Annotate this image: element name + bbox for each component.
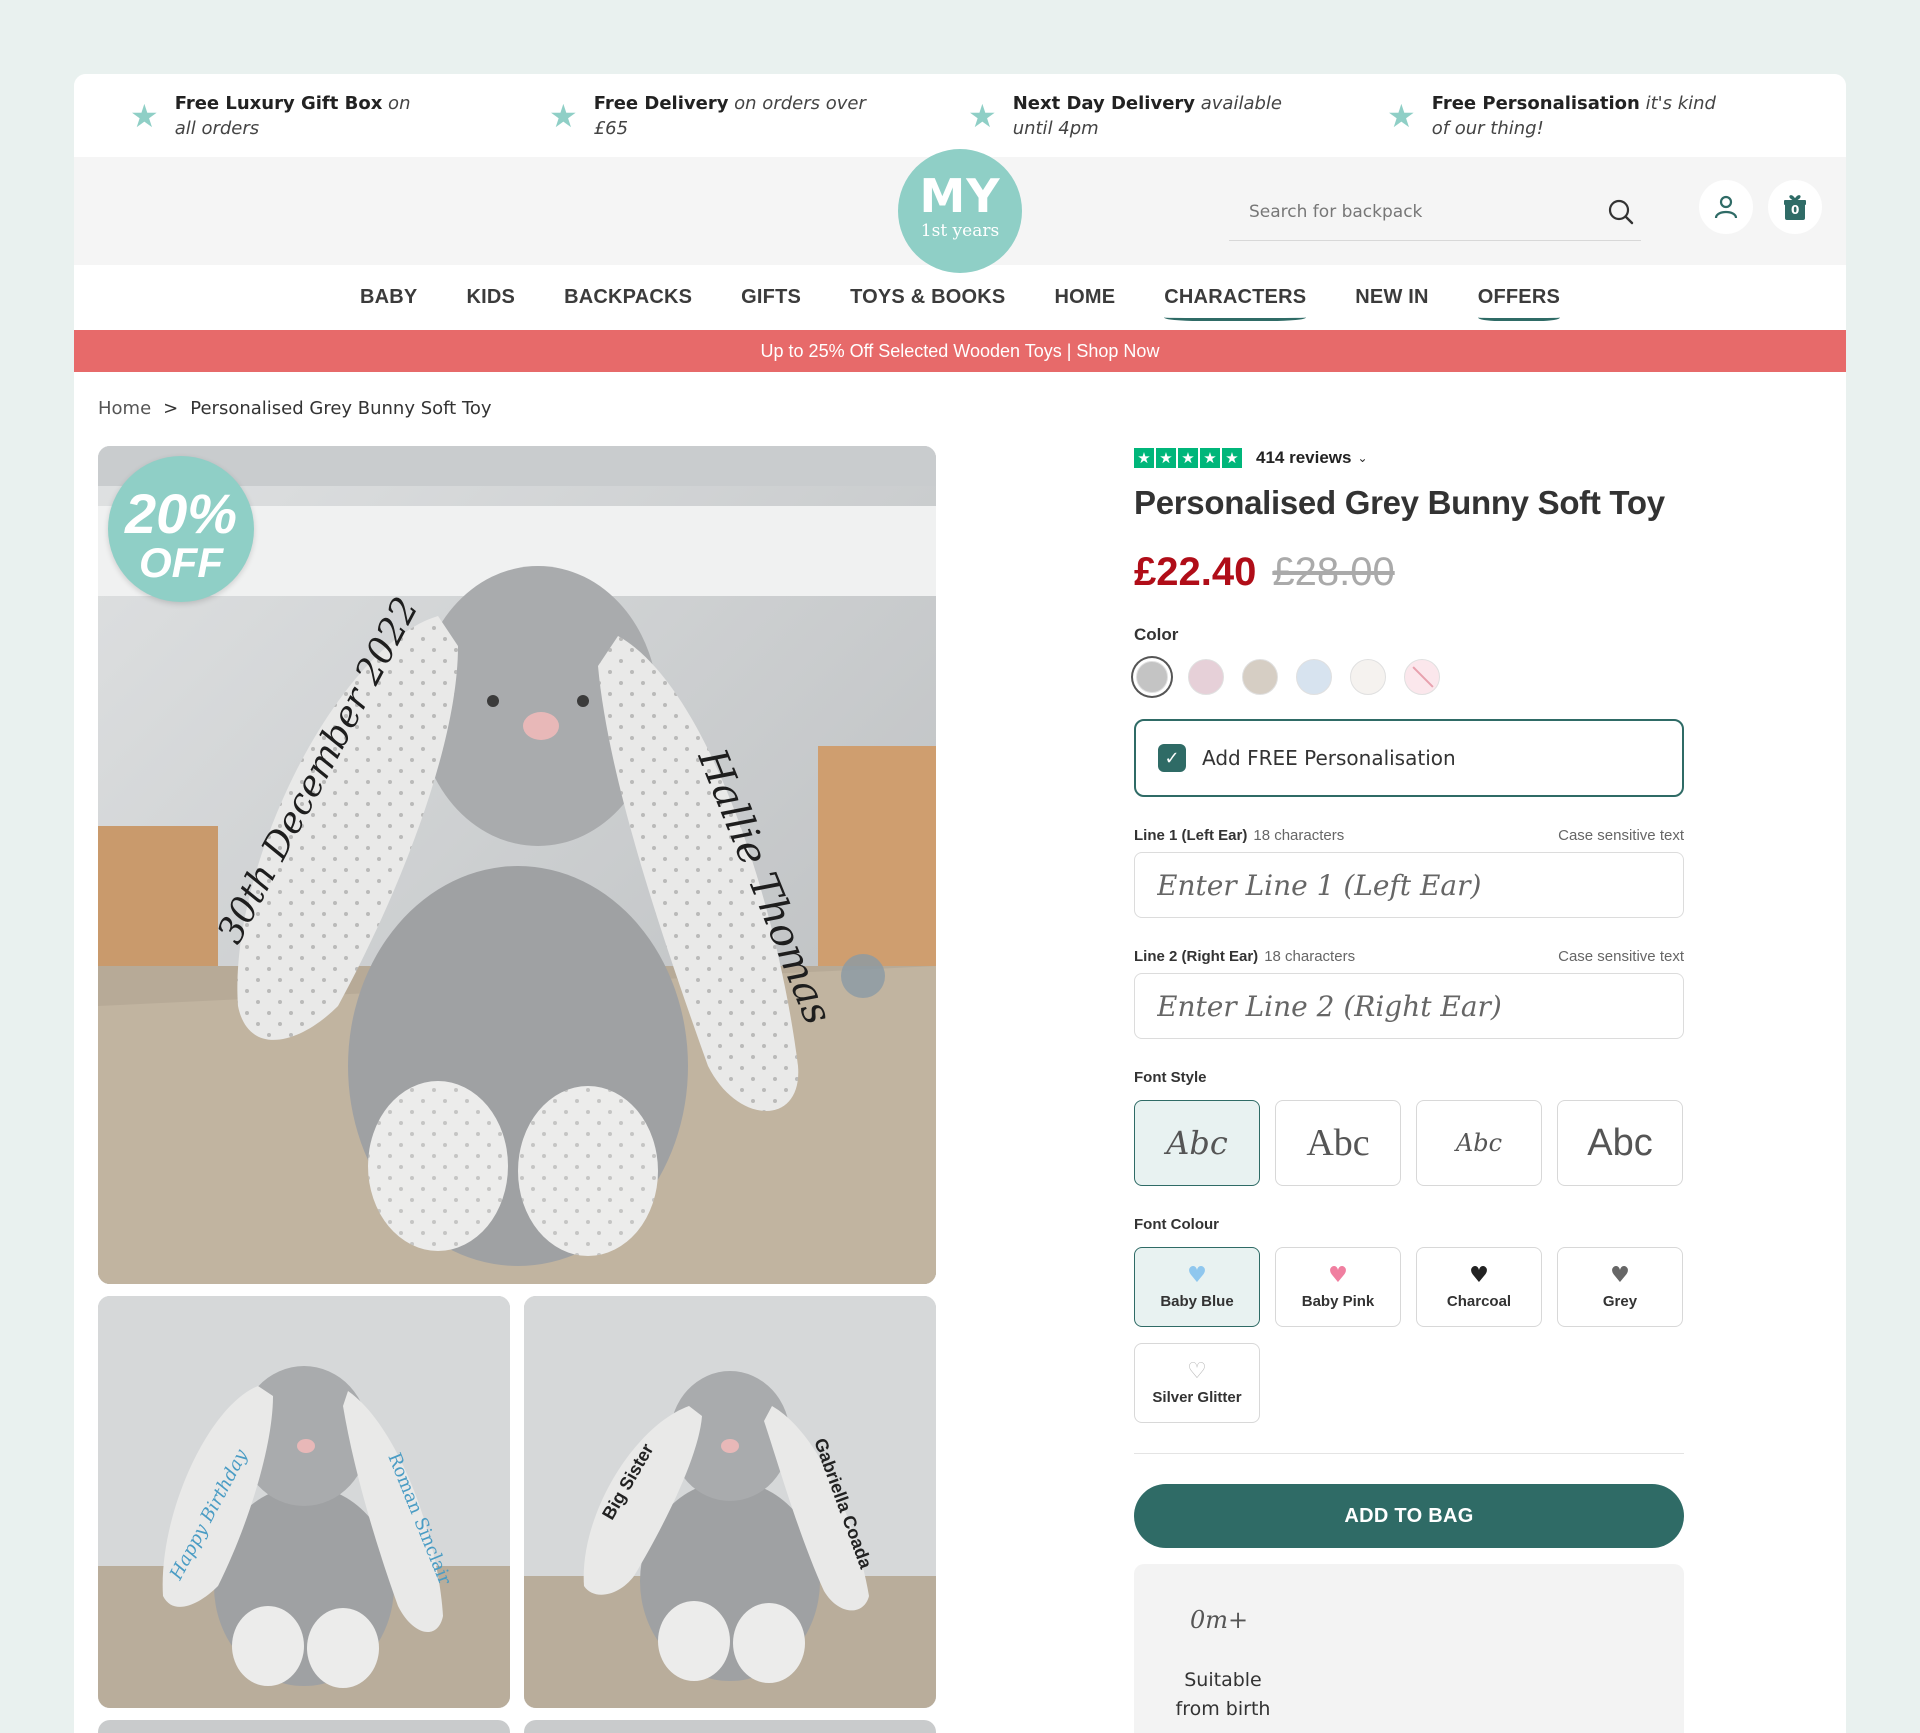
site-header: MY 1st years 0 — [74, 149, 1846, 273]
promo-banner[interactable]: Up to 25% Off Selected Wooden Toys | Sho… — [74, 330, 1846, 372]
color-swatch-blue[interactable] — [1296, 659, 1332, 695]
color-swatch-cream[interactable] — [1350, 659, 1386, 695]
discount-badge: 20% OFF — [108, 456, 254, 602]
breadcrumb: Home > Personalised Grey Bunny Soft Toy — [98, 398, 492, 419]
cart-count: 0 — [1791, 203, 1800, 217]
heart-icon: ♥ — [1610, 1262, 1630, 1288]
nav-item-home[interactable]: HOME — [1054, 280, 1115, 315]
search-input[interactable] — [1229, 201, 1601, 222]
product-title: Personalised Grey Bunny Soft Toy — [1134, 484, 1665, 521]
rating-row[interactable]: ★ ★ ★ ★ ★ 414 reviews ⌄ — [1134, 446, 1684, 470]
color-swatch-pink[interactable] — [1188, 659, 1224, 695]
heart-icon: ♥ — [1328, 1262, 1348, 1288]
font-style-options: Abc Abc Abc Abc — [1134, 1100, 1684, 1186]
nav-item-characters[interactable]: CHARACTERS — [1164, 280, 1307, 321]
chevron-down-icon[interactable]: ⌄ — [1357, 451, 1367, 465]
divider — [1134, 1453, 1684, 1454]
line1-input[interactable] — [1134, 852, 1684, 918]
page: ★ Free Luxury Gift Box on all orders ★ F… — [74, 74, 1846, 1733]
color-swatch-taupe[interactable] — [1242, 659, 1278, 695]
add-to-bag-button[interactable]: ADD TO BAG — [1134, 1484, 1684, 1548]
sale-price: £22.40 — [1134, 550, 1257, 594]
product-thumbnail[interactable]: Happy Birthday Roman Sinclair — [98, 1296, 510, 1708]
usp-item: ★ Free Personalisation it's kind of our … — [1387, 92, 1716, 139]
breadcrumb-home[interactable]: Home — [98, 398, 151, 419]
nav-item-gifts[interactable]: GIFTS — [741, 280, 801, 315]
star-icon: ★ — [1134, 448, 1154, 468]
font-colour-option[interactable]: ♡ Silver Glitter — [1134, 1343, 1260, 1423]
review-count[interactable]: 414 reviews — [1256, 448, 1351, 468]
font-colour-options: ♥ Baby Blue ♥ Baby Pink ♥ Charcoal ♥ Gre… — [1134, 1247, 1684, 1423]
product-thumbnail[interactable] — [524, 1720, 936, 1733]
line2-char-limit: 18 characters — [1264, 948, 1356, 965]
price-block: £22.40 £28.00 — [1134, 550, 1684, 595]
heart-icon: ♥ — [1187, 1262, 1207, 1288]
font-colour-option[interactable]: ♥ Charcoal — [1416, 1247, 1542, 1327]
star-icon: ★ — [1156, 448, 1176, 468]
product-thumbnail[interactable] — [98, 1720, 510, 1733]
nav-item-backpacks[interactable]: BACKPACKS — [564, 280, 692, 315]
nav-item-kids[interactable]: KIDS — [466, 280, 515, 315]
original-price: £28.00 — [1272, 550, 1395, 594]
heart-outline-icon: ♡ — [1187, 1358, 1207, 1384]
age-suitability: Suitable from birth — [1175, 1669, 1271, 1720]
product-panel: ★ ★ ★ ★ ★ 414 reviews ⌄ Personalised Gre… — [1134, 446, 1684, 1733]
color-swatch-unavailable[interactable] — [1404, 659, 1440, 695]
color-swatch-grey[interactable] — [1136, 661, 1168, 693]
font-style-label: Font Style — [1134, 1069, 1207, 1086]
bunny-illustration: Big Sister Gabriella Coada — [524, 1296, 936, 1708]
nav-item-baby[interactable]: BABY — [360, 280, 417, 315]
site-logo[interactable]: MY 1st years — [898, 149, 1022, 273]
line2-header: Line 2 (Right Ear) 18 characters Case sen… — [1134, 948, 1684, 965]
font-style-option[interactable]: Abc — [1557, 1100, 1683, 1186]
bunny-illustration: Happy Birthday Roman Sinclair — [98, 1296, 510, 1708]
line2-note: Case sensitive text — [1558, 948, 1684, 965]
bag-icon[interactable]: 0 — [1768, 180, 1822, 234]
star-icon: ★ — [968, 96, 997, 135]
nav-item-new-in[interactable]: NEW IN — [1355, 280, 1428, 315]
heart-icon: ♥ — [1469, 1262, 1489, 1288]
chevron-right-icon: > — [163, 398, 179, 419]
trustpilot-stars: ★ ★ ★ ★ ★ — [1134, 448, 1242, 468]
usp-item: ★ Free Luxury Gift Box on all orders — [130, 92, 411, 139]
font-colour-option[interactable]: ♥ Baby Pink — [1275, 1247, 1401, 1327]
usp-item: ★ Next Day Delivery available until 4pm — [968, 92, 1282, 139]
star-icon: ★ — [130, 96, 159, 135]
font-style-option[interactable]: Abc — [1275, 1100, 1401, 1186]
product-main-image[interactable]: 30th December 2022 Hallie Thomas 20% OFF — [98, 446, 936, 1284]
nav-item-offers[interactable]: OFFERS — [1477, 280, 1561, 321]
checkbox-checked-icon[interactable]: ✓ — [1158, 744, 1186, 772]
usp-bar: ★ Free Luxury Gift Box on all orders ★ F… — [74, 74, 1846, 157]
line1-note: Case sensitive text — [1558, 827, 1684, 844]
nav-item-toys-books[interactable]: TOYS & BOOKS — [850, 280, 1005, 315]
age-icon: 0m+ — [1190, 1606, 1249, 1634]
star-icon: ★ — [1200, 448, 1220, 468]
personalisation-label: Add FREE Personalisation — [1202, 746, 1456, 770]
line1-char-limit: 18 characters — [1253, 827, 1345, 844]
personalisation-toggle[interactable]: ✓ Add FREE Personalisation — [1134, 719, 1684, 797]
font-style-option[interactable]: Abc — [1134, 1100, 1260, 1186]
font-colour-option[interactable]: ♥ Grey — [1557, 1247, 1683, 1327]
color-swatches — [1134, 659, 1684, 695]
search-bar — [1229, 183, 1641, 241]
product-thumbnail[interactable]: Big Sister Gabriella Coada — [524, 1296, 936, 1708]
main-nav: BABY KIDS BACKPACKS GIFTS TOYS & BOOKS H… — [74, 265, 1846, 330]
star-icon: ★ — [1387, 96, 1416, 135]
line2-label: Line 2 (Right Ear) — [1134, 948, 1259, 965]
star-icon: ★ — [1222, 448, 1242, 468]
font-colour-label: Font Colour — [1134, 1216, 1219, 1233]
font-style-option[interactable]: Abc — [1416, 1100, 1542, 1186]
star-icon: ★ — [549, 96, 578, 135]
star-icon: ★ — [1178, 448, 1198, 468]
product-features: 0m+ Suitable from birth — [1134, 1564, 1684, 1733]
breadcrumb-current: Personalised Grey Bunny Soft Toy — [190, 398, 492, 419]
usp-item: ★ Free Delivery on orders over £65 — [549, 92, 866, 139]
color-label: Color — [1134, 625, 1179, 644]
font-colour-option[interactable]: ♥ Baby Blue — [1134, 1247, 1260, 1327]
search-icon[interactable] — [1601, 192, 1641, 232]
line1-header: Line 1 (Left Ear) 18 characters Case sens… — [1134, 827, 1684, 844]
line2-input[interactable] — [1134, 973, 1684, 1039]
account-icon[interactable] — [1699, 180, 1753, 234]
line1-label: Line 1 (Left Ear) — [1134, 827, 1248, 844]
